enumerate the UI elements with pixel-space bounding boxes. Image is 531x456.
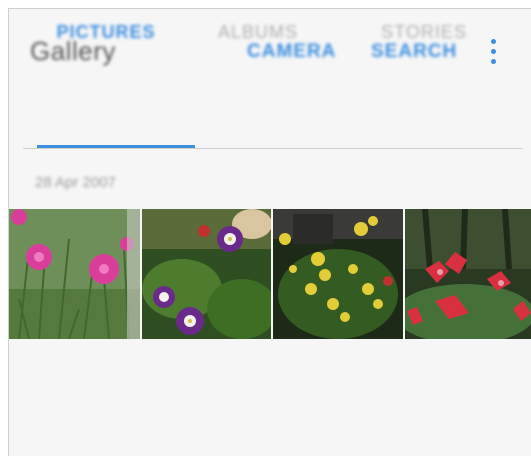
photo-grid [9,209,531,339]
tab-stories[interactable]: STORIES [341,9,507,55]
photo-thumbnail-yellow-flowers[interactable] [273,209,403,339]
tab-pictures[interactable]: PICTURES [23,9,189,55]
gallery-app-window: Gallery CAMERA SEARCH PICTURES ALBUMS ST… [8,8,531,456]
photo-thumbnail-purple-flowers[interactable] [142,209,271,339]
date-group-header: 28 Apr 2007 [35,174,116,191]
photo-thumbnail-pink-flowers[interactable] [9,209,140,339]
tab-divider [23,148,523,149]
tab-albums[interactable]: ALBUMS [175,9,341,55]
photo-thumbnail-red-flowers[interactable] [405,209,531,339]
